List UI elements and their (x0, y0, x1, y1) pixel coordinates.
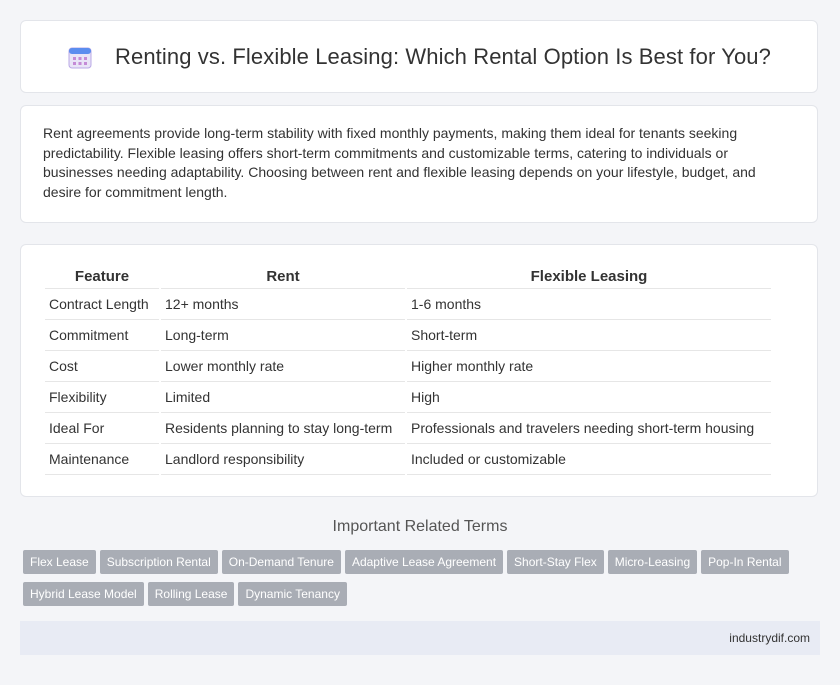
related-terms-title: Important Related Terms (332, 518, 508, 535)
page-title: Renting vs. Flexible Leasing: Which Rent… (115, 43, 771, 69)
table-row: Contract Length 12+ months 1-6 months (45, 289, 771, 320)
cell-feature: Flexibility (45, 382, 159, 413)
cell-feature: Ideal For (45, 413, 159, 444)
title-card: Renting vs. Flexible Leasing: Which Rent… (20, 20, 818, 93)
cell-flexible: High (407, 382, 771, 413)
table-row: Maintenance Landlord responsibility Incl… (45, 444, 771, 475)
cell-feature: Contract Length (45, 289, 159, 320)
cell-flexible: Higher monthly rate (407, 351, 771, 382)
table-header-row: Feature Rent Flexible Leasing (45, 265, 771, 289)
comparison-table: Feature Rent Flexible Leasing Contract L… (43, 265, 773, 475)
header-feature: Feature (45, 265, 159, 289)
cell-flexible: Short-term (407, 320, 771, 351)
table-row: Commitment Long-term Short-term (45, 320, 771, 351)
cell-flexible: Included or customizable (407, 444, 771, 475)
comparison-card: Feature Rent Flexible Leasing Contract L… (20, 244, 818, 497)
cell-feature: Maintenance (45, 444, 159, 475)
cell-rent: 12+ months (161, 289, 405, 320)
tag-adaptive-lease-agreement[interactable]: Adaptive Lease Agreement (344, 550, 504, 574)
tag-flex-lease[interactable]: Flex Lease (23, 550, 96, 574)
table-row: Flexibility Limited High (45, 382, 771, 413)
tag-short-stay-flex[interactable]: Short-Stay Flex (507, 550, 604, 574)
tag-pop-in-rental[interactable]: Pop-In Rental (701, 550, 789, 574)
intro-card: Rent agreements provide long-term stabil… (20, 105, 818, 223)
table-row: Ideal For Residents planning to stay lon… (45, 413, 771, 444)
table-row: Cost Lower monthly rate Higher monthly r… (45, 351, 771, 382)
footer-site-link[interactable]: industrydif.com (729, 631, 810, 645)
cell-rent: Landlord responsibility (161, 444, 405, 475)
cell-rent: Lower monthly rate (161, 351, 405, 382)
cell-rent: Long-term (161, 320, 405, 351)
header-rent: Rent (161, 265, 405, 289)
tag-micro-leasing[interactable]: Micro-Leasing (607, 550, 698, 574)
cell-flexible: Professionals and travelers needing shor… (407, 413, 771, 444)
header-flexible-leasing: Flexible Leasing (407, 265, 771, 289)
cell-flexible: 1-6 months (407, 289, 771, 320)
cell-rent: Residents planning to stay long-term (161, 413, 405, 444)
related-terms-tags: Flex Lease Subscription Rental On-Demand T… (23, 550, 823, 614)
tag-subscription-rental[interactable]: Subscription Rental (99, 550, 218, 574)
tag-rolling-lease[interactable]: Rolling Lease (147, 582, 235, 606)
calendar-icon (68, 47, 92, 68)
footer: industrydif.com (20, 621, 820, 655)
tag-on-demand-tenure[interactable]: On-Demand Tenure (221, 550, 341, 574)
tag-hybrid-lease-model[interactable]: Hybrid Lease Model (23, 582, 144, 606)
cell-feature: Cost (45, 351, 159, 382)
intro-paragraph: Rent agreements provide long-term stabil… (43, 125, 756, 200)
cell-feature: Commitment (45, 320, 159, 351)
tag-dynamic-tenancy[interactable]: Dynamic Tenancy (238, 582, 347, 606)
cell-rent: Limited (161, 382, 405, 413)
